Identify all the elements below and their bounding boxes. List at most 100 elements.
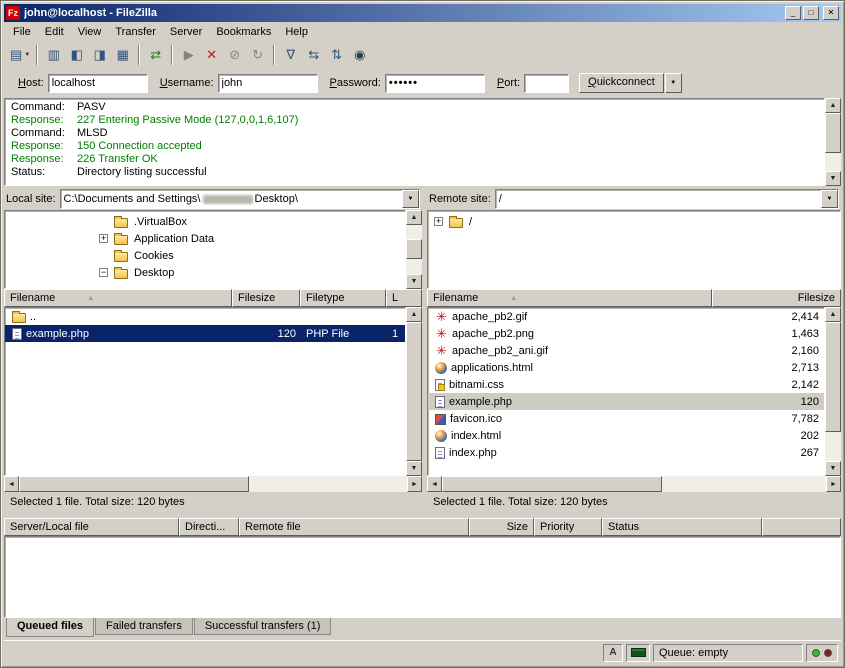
scroll-up-button[interactable]: ▲ [406,210,422,225]
expander-icon [99,251,108,260]
quickconnect-button[interactable]: Quickconnect ▼ [579,73,682,93]
scroll-down-button[interactable]: ▼ [406,274,422,289]
minimize-button[interactable]: _ [785,6,801,20]
tab-successful-transfers[interactable]: Successful transfers (1) [194,618,332,635]
log-vertical-scrollbar[interactable]: ▲ ▼ [825,98,841,186]
scrollbar-track[interactable] [825,113,841,171]
file-row[interactable]: ✳apache_pb2.png 1,463 [428,325,824,342]
column-header-filetype[interactable]: Filetype [300,289,386,307]
reconnect-button[interactable]: ↻ [246,44,269,66]
menu-edit[interactable]: Edit [38,23,71,41]
scrollbar-track[interactable] [825,322,841,461]
scroll-up-button[interactable]: ▲ [406,307,422,322]
scroll-left-button[interactable]: ◄ [4,476,19,492]
close-button[interactable]: ✕ [823,6,839,20]
maximize-button[interactable]: □ [803,6,819,20]
local-site-combo[interactable]: C:\Documents and Settings\Desktop\ ▼ [60,189,420,209]
queue-column-priority[interactable]: Priority [534,518,602,536]
menu-bookmarks[interactable]: Bookmarks [209,23,278,41]
scrollbar-thumb[interactable] [19,476,249,492]
scrollbar-track[interactable] [19,476,407,492]
tree-item-virtualbox[interactable]: .VirtualBox [5,213,405,230]
process-queue-button[interactable]: ▶ [177,44,200,66]
file-row[interactable]: ✳apache_pb2_ani.gif 2,160 [428,342,824,359]
expand-icon[interactable]: + [434,217,443,226]
queue-column-direction[interactable]: Directi... [179,518,239,536]
scrollbar-thumb[interactable] [442,476,662,492]
queue-column-size[interactable]: Size [469,518,534,536]
password-input[interactable] [385,74,485,93]
menu-server[interactable]: Server [163,23,209,41]
tree-item-application-data[interactable]: + Application Data [5,230,405,247]
menu-file[interactable]: File [6,23,38,41]
tree-item-cookies[interactable]: Cookies [5,247,405,264]
scroll-right-button[interactable]: ► [407,476,422,492]
column-header-filesize[interactable]: Filesize [232,289,300,307]
local-horizontal-scrollbar[interactable]: ◄ ► [4,476,422,492]
synchronized-browsing-button[interactable]: ⇅ [325,44,348,66]
remote-site-combo[interactable]: / ▼ [495,189,839,209]
scroll-right-button[interactable]: ► [826,476,841,492]
tab-failed-transfers[interactable]: Failed transfers [95,618,193,635]
column-header-last-modified[interactable]: L [386,289,422,307]
scrollbar-thumb[interactable] [406,239,422,259]
scrollbar-track[interactable] [406,225,422,274]
scrollbar-track[interactable] [406,322,422,461]
local-list-scrollbar[interactable]: ▲ ▼ [406,307,422,476]
file-row[interactable]: favicon.ico 7,782 [428,410,824,427]
file-row-example-php[interactable]: example.php 120 PHP File 1 [5,325,405,342]
scrollbar-thumb[interactable] [406,322,422,461]
file-row[interactable]: index.html 202 [428,427,824,444]
data-type-indicator-icon[interactable]: A [603,644,623,662]
tree-item-desktop[interactable]: − Desktop [5,264,405,281]
cancel-button[interactable]: ✕ [200,44,223,66]
toggle-message-log-button[interactable]: ▥ [42,44,65,66]
toggle-local-tree-button[interactable]: ◧ [65,44,88,66]
tree-item-root[interactable]: + / [428,213,840,230]
remote-list-scrollbar[interactable]: ▲ ▼ [825,307,841,476]
collapse-icon[interactable]: − [99,268,108,277]
host-input[interactable] [48,74,148,93]
find-files-button[interactable]: ◉ [348,44,371,66]
combo-dropdown-button[interactable]: ▼ [402,190,419,208]
tab-queued-files[interactable]: Queued files [6,618,94,637]
menu-help[interactable]: Help [278,23,315,41]
file-row-example-php[interactable]: example.php 120 [428,393,824,410]
site-manager-button[interactable]: ▤ ▼ [8,44,32,66]
menu-view[interactable]: View [71,23,109,41]
scroll-up-button[interactable]: ▲ [825,307,841,322]
menu-transfer[interactable]: Transfer [108,23,163,41]
refresh-button[interactable]: ⇄ [144,44,167,66]
scrollbar-thumb[interactable] [825,322,841,432]
file-row[interactable]: ✳apache_pb2.gif 2,414 [428,308,824,325]
directory-comparison-button[interactable]: ⇆ [302,44,325,66]
queue-column-server-local-file[interactable]: Server/Local file [4,518,179,536]
column-header-filename[interactable]: Filename▲ [427,289,712,307]
scroll-down-button[interactable]: ▼ [406,461,422,476]
file-row[interactable]: index.php 267 [428,444,824,461]
scroll-up-button[interactable]: ▲ [825,98,841,113]
expand-icon[interactable]: + [99,234,108,243]
quickconnect-dropdown-button[interactable]: ▼ [665,73,682,93]
scroll-down-button[interactable]: ▼ [825,171,841,186]
column-header-filename[interactable]: Filename▲ [4,289,232,307]
queue-column-remote-file[interactable]: Remote file [239,518,469,536]
scroll-down-button[interactable]: ▼ [825,461,841,476]
scroll-left-button[interactable]: ◄ [427,476,442,492]
file-row-parent-dir[interactable]: .. [5,308,405,325]
combo-dropdown-button[interactable]: ▼ [821,190,838,208]
disconnect-button[interactable]: ⊘ [223,44,246,66]
queue-column-status[interactable]: Status [602,518,762,536]
remote-horizontal-scrollbar[interactable]: ◄ ► [427,476,841,492]
file-row[interactable]: applications.html 2,713 [428,359,824,376]
column-header-filesize[interactable]: Filesize [712,289,841,307]
scrollbar-track[interactable] [442,476,826,492]
scrollbar-thumb[interactable] [825,113,841,153]
local-tree-scrollbar[interactable]: ▲ ▼ [406,210,422,289]
toggle-queue-button[interactable]: ▦ [111,44,134,66]
username-input[interactable] [218,74,318,93]
toggle-remote-tree-button[interactable]: ◨ [88,44,111,66]
port-input[interactable] [524,74,569,93]
filter-button[interactable]: ∇ [279,44,302,66]
file-row[interactable]: bitnami.css 2,142 [428,376,824,393]
